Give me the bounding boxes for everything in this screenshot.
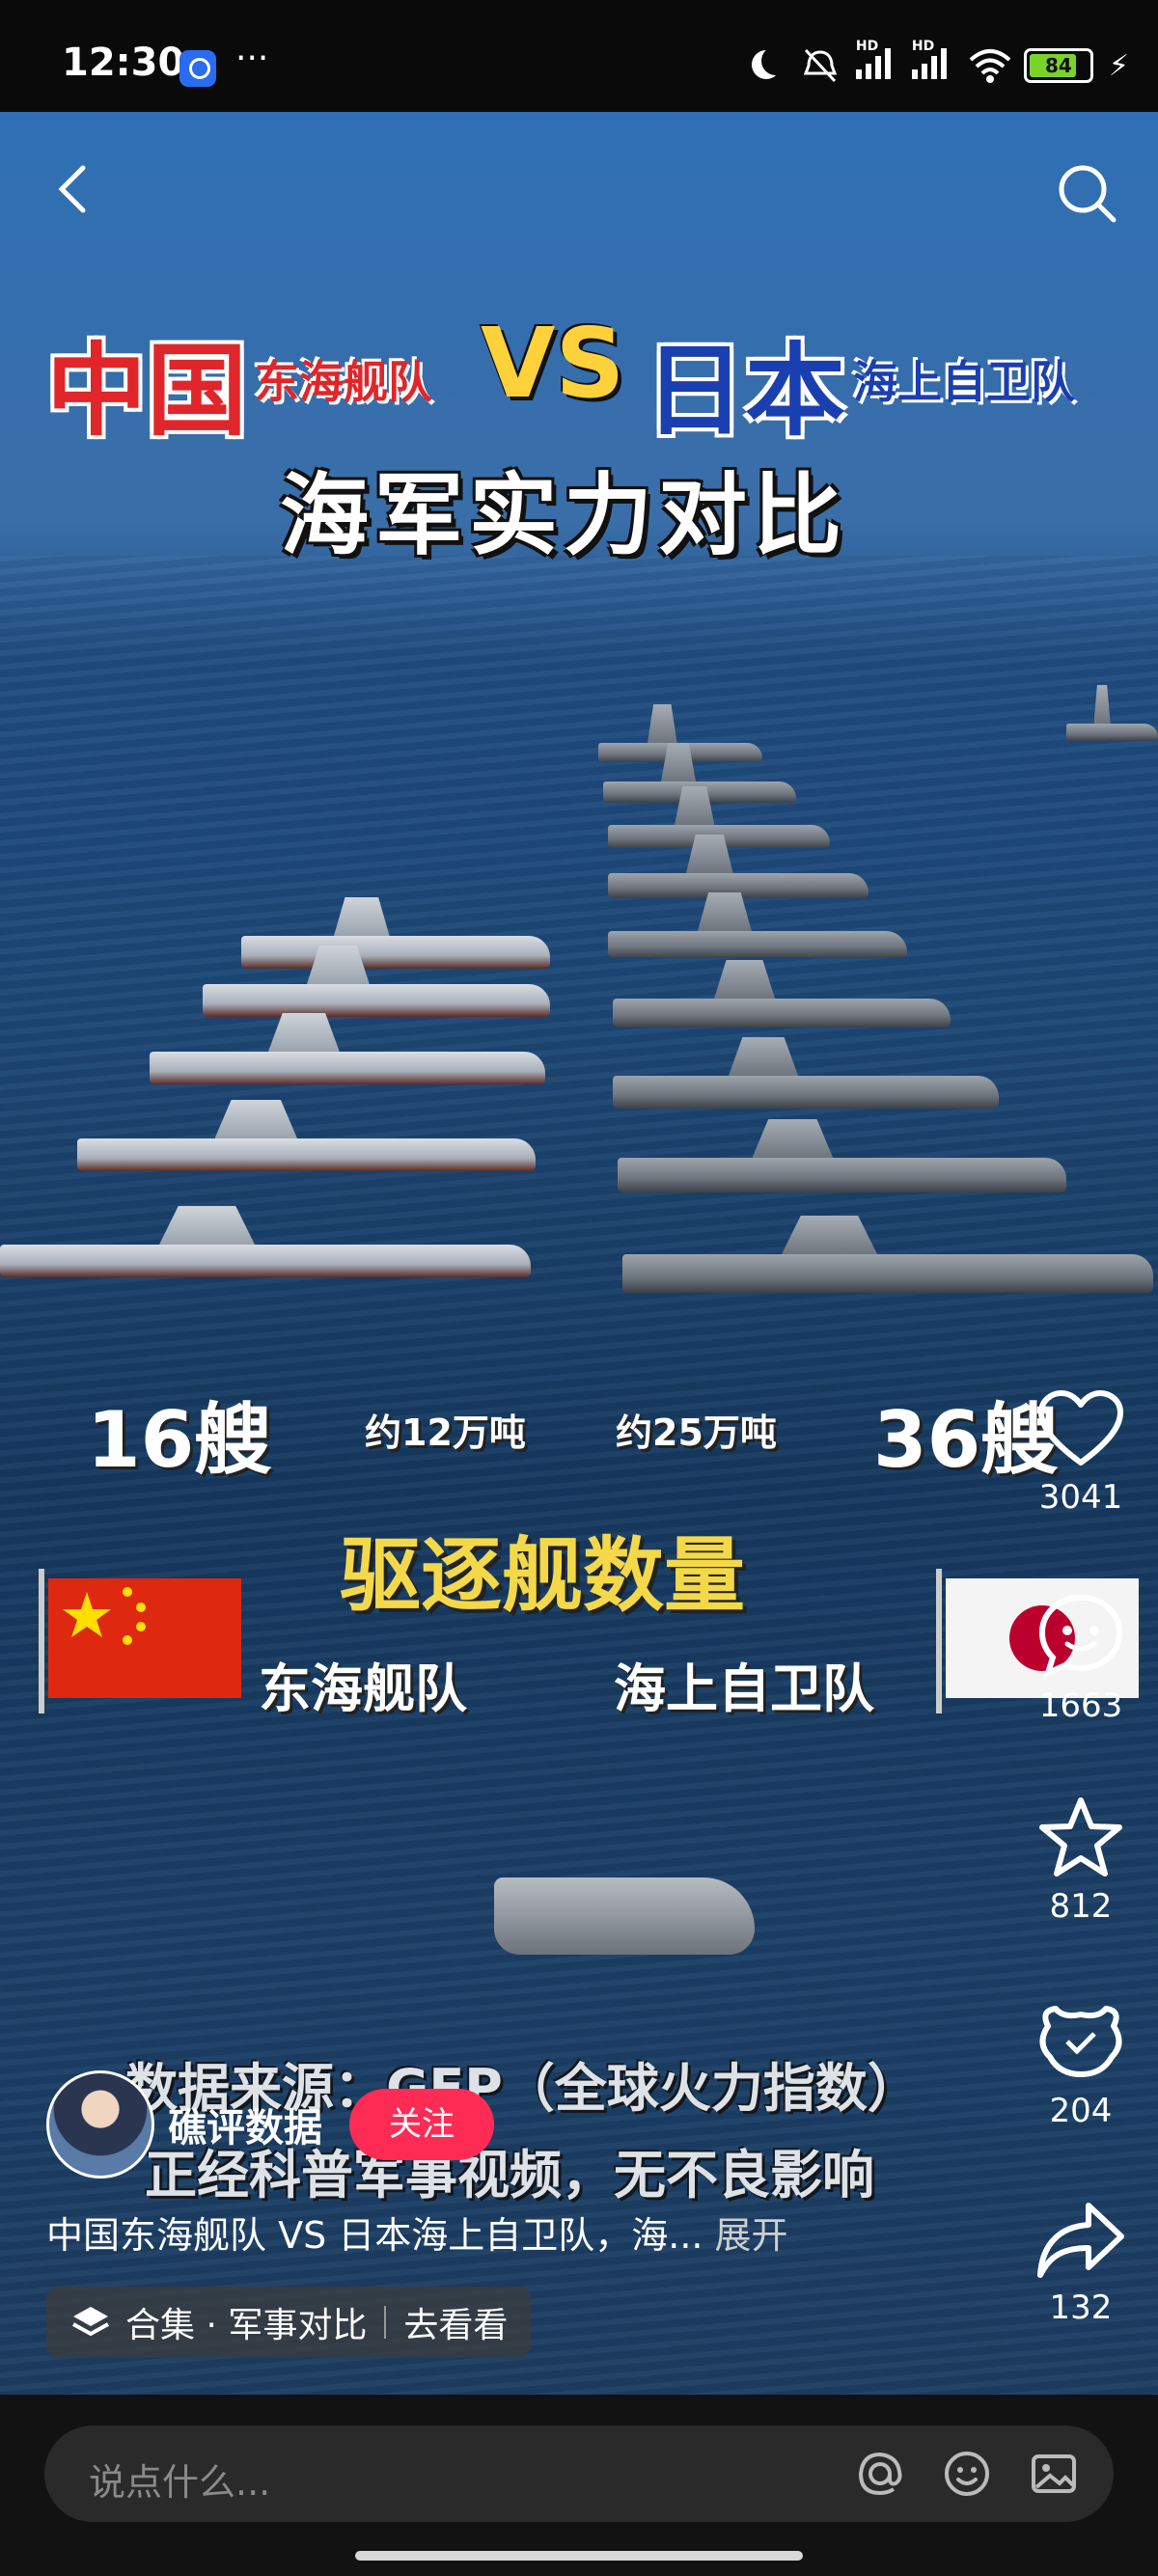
boat-illustration: [494, 1877, 755, 1955]
alarm-off-icon: [800, 46, 841, 85]
china-tonnage: 约12万吨: [365, 1411, 526, 1454]
china-team-label: 东海舰队: [259, 1658, 467, 1719]
japan-team-label: 海上自卫队: [614, 1658, 874, 1719]
star-icon[interactable]: [1036, 1795, 1125, 1879]
title-vs: VS: [481, 307, 625, 420]
china-destroyer-count: 16艘: [87, 1395, 272, 1485]
jp-ship: [613, 999, 951, 1028]
gift-action[interactable]: 204: [1004, 1997, 1158, 2130]
layers-icon: [72, 2307, 109, 2337]
image-icon[interactable]: [1029, 2449, 1079, 2499]
wifi-icon: [968, 46, 1011, 85]
cn-ship: [241, 936, 550, 969]
author-row: 礁评数据 关注: [46, 2070, 494, 2179]
more-notifications-icon: ···: [235, 39, 269, 78]
author-name[interactable]: 礁评数据: [168, 2096, 322, 2152]
share-action[interactable]: 132: [1004, 2200, 1158, 2327]
avatar[interactable]: [46, 2070, 154, 2179]
app-notification-icon: [179, 50, 216, 87]
collection-go-link[interactable]: 去看看: [403, 2297, 508, 2347]
video-description[interactable]: 中国东海舰队 VS 日本海上自卫队，海... 展开: [46, 2206, 788, 2259]
at-mention-icon[interactable]: [855, 2449, 905, 2499]
like-count: 3041: [1038, 1478, 1123, 1517]
moon-icon: [744, 46, 785, 85]
title-japan: 日本: [645, 332, 846, 450]
flag-pole: [936, 1569, 942, 1713]
status-bar: 12:30 ··· HD HD 84 ⚡: [0, 0, 1158, 112]
jp-ship: [1066, 724, 1158, 741]
status-time: 12:30: [62, 41, 185, 85]
favorite-action[interactable]: 812: [1004, 1795, 1158, 1926]
japan-tonnage: 约25万吨: [616, 1411, 777, 1454]
comment-count: 1663: [1038, 1686, 1123, 1725]
follow-button[interactable]: 关注: [349, 2089, 494, 2160]
signal-1-icon: HD: [855, 39, 896, 85]
search-button[interactable]: [1054, 160, 1121, 228]
title-japan-sub: 海上自卫队: [853, 356, 1075, 408]
battery-icon: 84: [1023, 48, 1093, 83]
favorite-count: 812: [1049, 1887, 1113, 1926]
jp-ship: [622, 1254, 1153, 1293]
status-icons: HD HD 84 ⚡: [744, 39, 1129, 85]
signal-2-icon: HD: [911, 39, 952, 85]
cn-ship: [77, 1138, 536, 1171]
emoji-icon[interactable]: [942, 2449, 992, 2499]
like-action[interactable]: 3041: [1004, 1389, 1158, 1517]
divider: [384, 2306, 387, 2339]
expand-link[interactable]: 展开: [715, 2214, 788, 2257]
collection-chip[interactable]: 合集 · 军事对比 去看看: [46, 2287, 532, 2358]
warship-fleet-illustration: [0, 666, 1158, 1360]
jp-ship: [613, 1076, 999, 1109]
share-count: 132: [1049, 2288, 1113, 2327]
heart-icon[interactable]: [1037, 1389, 1124, 1470]
video-top-nav: [0, 112, 1158, 276]
title-china-sub: 东海舰队: [255, 356, 432, 408]
comment-icon[interactable]: [1036, 1592, 1125, 1679]
comparison-metric: 驱逐舰数量: [340, 1528, 746, 1623]
bottom-comment-bar: 说点什么...: [0, 2395, 1158, 2576]
comment-action[interactable]: 1663: [1004, 1592, 1158, 1725]
comment-input[interactable]: 说点什么...: [44, 2425, 1114, 2522]
collection-label: 合集 · 军事对比: [125, 2306, 368, 2345]
video-subtitle: 海军实力对比: [280, 464, 848, 567]
jp-ship: [608, 931, 907, 958]
cn-ship: [150, 1052, 545, 1084]
title-china: 中国: [46, 332, 248, 450]
back-button[interactable]: [46, 160, 104, 218]
description-text: 中国东海舰队 VS 日本海上自卫队，海...: [46, 2214, 703, 2257]
cn-ship: [203, 984, 550, 1017]
home-indicator[interactable]: [355, 2551, 803, 2561]
jp-ship: [618, 1158, 1066, 1192]
charging-icon: ⚡: [1108, 48, 1129, 83]
flag-pole: [39, 1569, 44, 1713]
share-icon[interactable]: [1034, 2200, 1127, 2281]
gift-count: 204: [1049, 2092, 1113, 2130]
gift-icon[interactable]: [1034, 1997, 1127, 2084]
comment-placeholder: 说点什么...: [89, 2461, 271, 2504]
cn-ship: [0, 1245, 531, 1277]
china-flag: [48, 1578, 241, 1698]
